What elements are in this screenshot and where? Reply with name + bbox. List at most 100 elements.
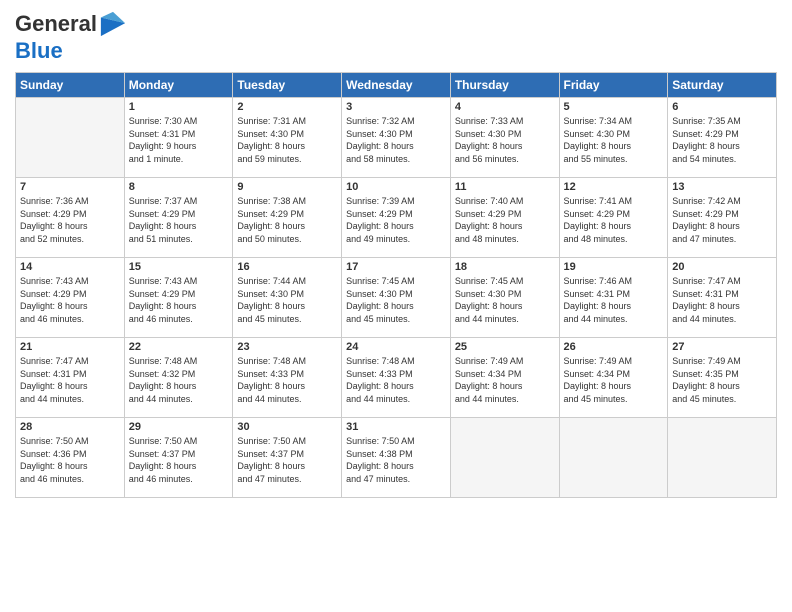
day-number: 11	[455, 181, 555, 193]
day-info: Sunrise: 7:50 AMSunset: 4:37 PMDaylight:…	[237, 435, 337, 485]
calendar-cell: 8 Sunrise: 7:37 AMSunset: 4:29 PMDaylight…	[124, 178, 233, 258]
day-number: 22	[129, 341, 229, 353]
calendar-cell: 19 Sunrise: 7:46 AMSunset: 4:31 PMDayligh…	[559, 258, 668, 338]
calendar-cell	[16, 98, 125, 178]
day-number: 20	[672, 261, 772, 273]
day-info: Sunrise: 7:49 AMSunset: 4:34 PMDaylight:…	[564, 355, 664, 405]
calendar-cell: 5Sunrise: 7:34 AMSunset: 4:30 PMDaylight…	[559, 98, 668, 178]
day-info: Sunrise: 7:36 AMSunset: 4:29 PMDaylight:…	[20, 195, 120, 245]
day-number: 4	[455, 101, 555, 113]
calendar-cell: 29 Sunrise: 7:50 AMSunset: 4:37 PMDayligh…	[124, 418, 233, 498]
day-info: Sunrise: 7:32 AMSunset: 4:30 PMDaylight:…	[346, 115, 446, 165]
day-info: Sunrise: 7:48 AMSunset: 4:32 PMDaylight:…	[129, 355, 229, 405]
calendar-cell: 11 Sunrise: 7:40 AMSunset: 4:29 PMDayligh…	[450, 178, 559, 258]
day-number: 12	[564, 181, 664, 193]
day-info: Sunrise: 7:48 AMSunset: 4:33 PMDaylight:…	[237, 355, 337, 405]
day-number: 10	[346, 181, 446, 193]
calendar-cell	[559, 418, 668, 498]
week-row-1: 1 Sunrise: 7:30 AMSunset: 4:31 PMDaylight…	[16, 98, 777, 178]
day-number: 7	[20, 181, 120, 193]
calendar-cell: 6 Sunrise: 7:35 AMSunset: 4:29 PMDaylight…	[668, 98, 777, 178]
calendar-cell: 9 Sunrise: 7:38 AMSunset: 4:29 PMDaylight…	[233, 178, 342, 258]
calendar-cell	[450, 418, 559, 498]
calendar-cell: 15Sunrise: 7:43 AMSunset: 4:29 PMDayligh…	[124, 258, 233, 338]
calendar-cell	[668, 418, 777, 498]
day-number: 31	[346, 421, 446, 433]
day-info: Sunrise: 7:37 AMSunset: 4:29 PMDaylight:…	[129, 195, 229, 245]
day-info: Sunrise: 7:30 AMSunset: 4:31 PMDaylight:…	[129, 115, 229, 165]
day-info: Sunrise: 7:47 AMSunset: 4:31 PMDaylight:…	[20, 355, 120, 405]
calendar-cell: 31 Sunrise: 7:50 AMSunset: 4:38 PMDayligh…	[342, 418, 451, 498]
day-info: Sunrise: 7:47 AMSunset: 4:31 PMDaylight:…	[672, 275, 772, 325]
day-number: 8	[129, 181, 229, 193]
days-header-row: SundayMondayTuesdayWednesdayThursdayFrid…	[16, 73, 777, 98]
day-number: 29	[129, 421, 229, 433]
day-number: 13	[672, 181, 772, 193]
logo-icon	[99, 10, 127, 38]
week-row-4: 21 Sunrise: 7:47 AMSunset: 4:31 PMDayligh…	[16, 338, 777, 418]
day-number: 3	[346, 101, 446, 113]
logo-general-text: General	[15, 11, 97, 37]
day-header-monday: Monday	[124, 73, 233, 98]
day-info: Sunrise: 7:46 AMSunset: 4:31 PMDaylight:…	[564, 275, 664, 325]
day-info: Sunrise: 7:42 AMSunset: 4:29 PMDaylight:…	[672, 195, 772, 245]
calendar-cell: 22 Sunrise: 7:48 AMSunset: 4:32 PMDayligh…	[124, 338, 233, 418]
calendar-cell: 20 Sunrise: 7:47 AMSunset: 4:31 PMDayligh…	[668, 258, 777, 338]
day-number: 1	[129, 101, 229, 113]
day-number: 5	[564, 101, 664, 113]
day-number: 9	[237, 181, 337, 193]
day-header-thursday: Thursday	[450, 73, 559, 98]
day-number: 2	[237, 101, 337, 113]
day-number: 30	[237, 421, 337, 433]
day-number: 19	[564, 261, 664, 273]
day-info: Sunrise: 7:50 AMSunset: 4:36 PMDaylight:…	[20, 435, 120, 485]
day-info: Sunrise: 7:48 AMSunset: 4:33 PMDaylight:…	[346, 355, 446, 405]
calendar-cell: 25 Sunrise: 7:49 AMSunset: 4:34 PMDayligh…	[450, 338, 559, 418]
week-row-3: 14 Sunrise: 7:43 AMSunset: 4:29 PMDayligh…	[16, 258, 777, 338]
day-info: Sunrise: 7:41 AMSunset: 4:29 PMDaylight:…	[564, 195, 664, 245]
calendar-cell: 24 Sunrise: 7:48 AMSunset: 4:33 PMDayligh…	[342, 338, 451, 418]
calendar-cell: 30 Sunrise: 7:50 AMSunset: 4:37 PMDayligh…	[233, 418, 342, 498]
calendar-cell: 17Sunrise: 7:45 AMSunset: 4:30 PMDayligh…	[342, 258, 451, 338]
day-info: Sunrise: 7:40 AMSunset: 4:29 PMDaylight:…	[455, 195, 555, 245]
day-info: Sunrise: 7:43 AMSunset: 4:29 PMDaylight:…	[129, 275, 229, 325]
calendar-cell: 21 Sunrise: 7:47 AMSunset: 4:31 PMDayligh…	[16, 338, 125, 418]
day-number: 23	[237, 341, 337, 353]
day-info: Sunrise: 7:49 AMSunset: 4:34 PMDaylight:…	[455, 355, 555, 405]
day-number: 17	[346, 261, 446, 273]
logo: General Blue	[15, 10, 127, 64]
day-number: 24	[346, 341, 446, 353]
day-number: 27	[672, 341, 772, 353]
day-info: Sunrise: 7:50 AMSunset: 4:37 PMDaylight:…	[129, 435, 229, 485]
calendar-cell: 14 Sunrise: 7:43 AMSunset: 4:29 PMDayligh…	[16, 258, 125, 338]
day-number: 26	[564, 341, 664, 353]
week-row-2: 7 Sunrise: 7:36 AMSunset: 4:29 PMDaylight…	[16, 178, 777, 258]
day-number: 6	[672, 101, 772, 113]
day-info: Sunrise: 7:49 AMSunset: 4:35 PMDaylight:…	[672, 355, 772, 405]
day-number: 21	[20, 341, 120, 353]
day-number: 25	[455, 341, 555, 353]
calendar-cell: 12 Sunrise: 7:41 AMSunset: 4:29 PMDayligh…	[559, 178, 668, 258]
day-number: 28	[20, 421, 120, 433]
day-info: Sunrise: 7:43 AMSunset: 4:29 PMDaylight:…	[20, 275, 120, 325]
calendar-cell: 16 Sunrise: 7:44 AMSunset: 4:30 PMDayligh…	[233, 258, 342, 338]
header: General Blue	[15, 10, 777, 64]
calendar-cell: 13 Sunrise: 7:42 AMSunset: 4:29 PMDayligh…	[668, 178, 777, 258]
calendar-cell: 10 Sunrise: 7:39 AMSunset: 4:29 PMDayligh…	[342, 178, 451, 258]
day-info: Sunrise: 7:38 AMSunset: 4:29 PMDaylight:…	[237, 195, 337, 245]
day-info: Sunrise: 7:50 AMSunset: 4:38 PMDaylight:…	[346, 435, 446, 485]
day-number: 18	[455, 261, 555, 273]
day-header-saturday: Saturday	[668, 73, 777, 98]
day-header-sunday: Sunday	[16, 73, 125, 98]
day-info: Sunrise: 7:44 AMSunset: 4:30 PMDaylight:…	[237, 275, 337, 325]
day-number: 16	[237, 261, 337, 273]
calendar-cell: 3 Sunrise: 7:32 AMSunset: 4:30 PMDaylight…	[342, 98, 451, 178]
calendar-cell: 18Sunrise: 7:45 AMSunset: 4:30 PMDayligh…	[450, 258, 559, 338]
calendar-cell: 4Sunrise: 7:33 AMSunset: 4:30 PMDaylight…	[450, 98, 559, 178]
day-info: Sunrise: 7:35 AMSunset: 4:29 PMDaylight:…	[672, 115, 772, 165]
page-container: General Blue SundayMondayTuesdayWednesda…	[0, 0, 792, 508]
day-header-wednesday: Wednesday	[342, 73, 451, 98]
calendar-cell: 2Sunrise: 7:31 AMSunset: 4:30 PMDaylight…	[233, 98, 342, 178]
day-number: 14	[20, 261, 120, 273]
day-info: Sunrise: 7:39 AMSunset: 4:29 PMDaylight:…	[346, 195, 446, 245]
